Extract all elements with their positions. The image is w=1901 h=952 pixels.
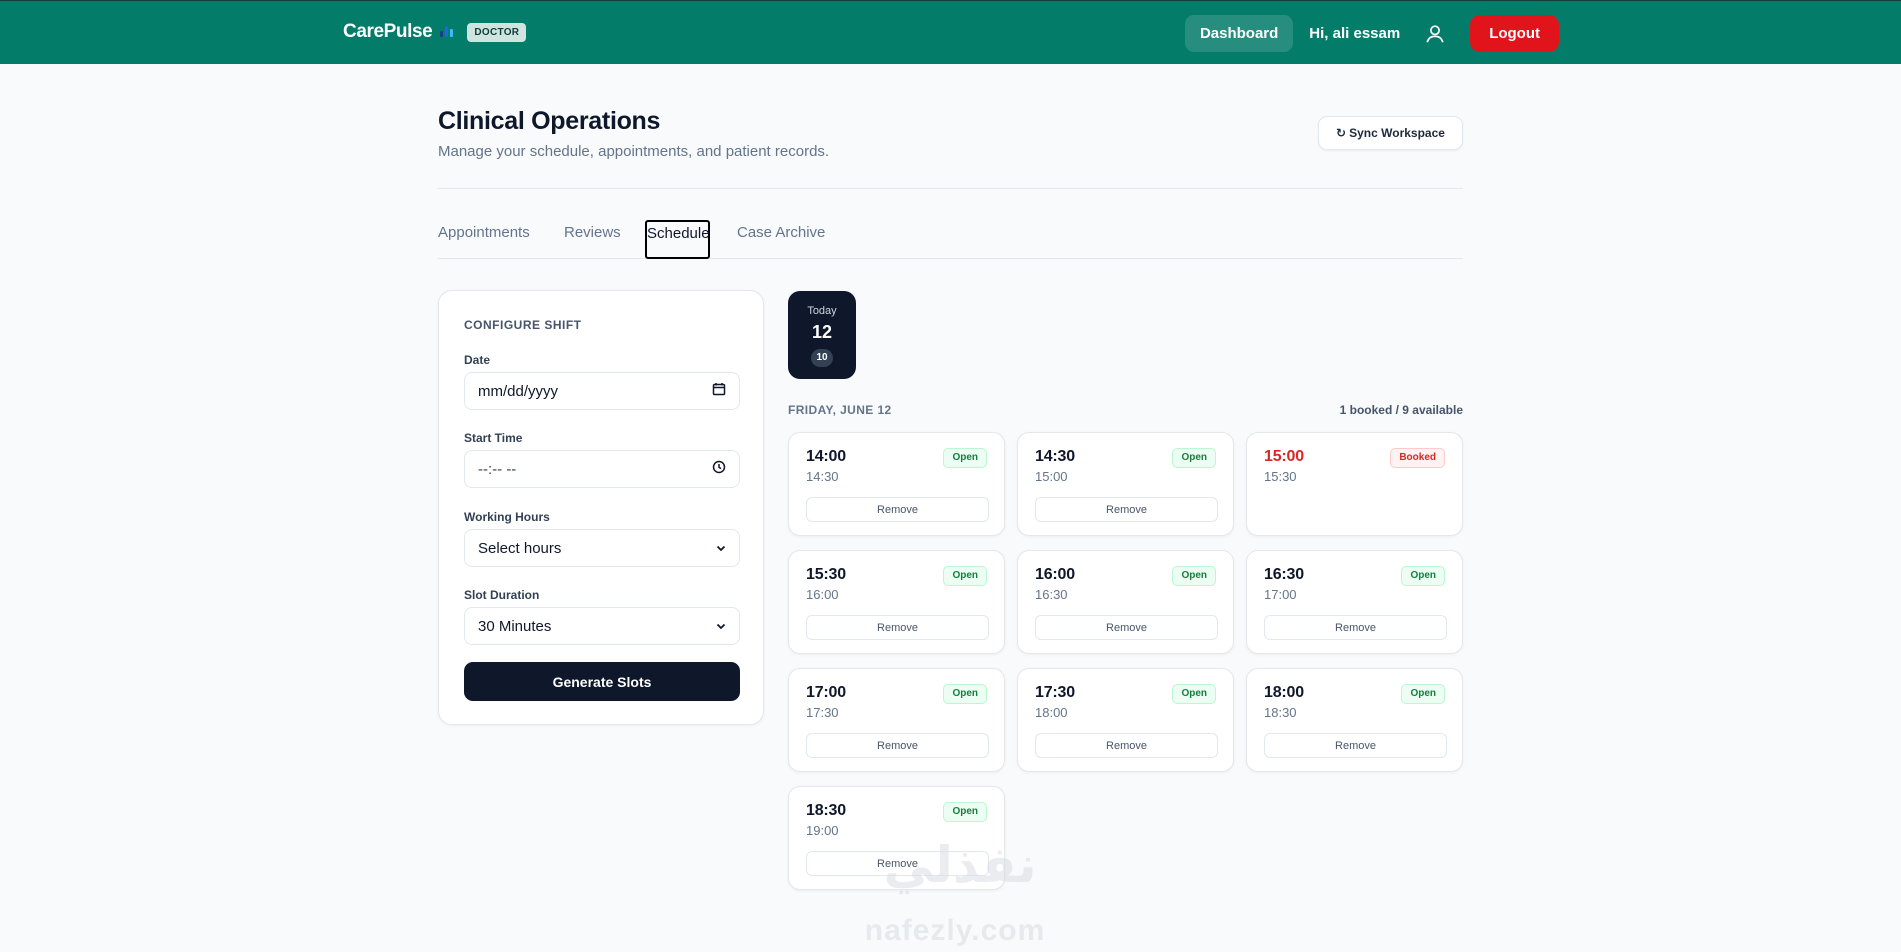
slot-end-time: 18:00 [1035, 705, 1068, 720]
remove-slot-button[interactable]: Remove [806, 497, 989, 522]
tab-case-archive[interactable]: Case Archive [737, 224, 825, 241]
slot-status-badge: Open [943, 802, 987, 822]
day-slot-count: 10 [811, 349, 833, 367]
nav-actions: Dashboard Hi, ali essam Logout [1184, 15, 1559, 52]
pulse-icon [437, 22, 457, 42]
working-hours-label: Working Hours [464, 510, 550, 524]
top-navbar: CarePulse DOCTOR Dashboard Hi, ali essam… [0, 0, 1901, 64]
slot-status-badge: Open [1172, 448, 1216, 468]
tab-bar: Appointments Reviews Schedule Case Archi… [438, 220, 1463, 259]
slot-end-time: 14:30 [806, 469, 839, 484]
user-icon[interactable] [1424, 23, 1446, 45]
slot-end-time: 15:00 [1035, 469, 1068, 484]
slot-end-time: 17:30 [806, 705, 839, 720]
chevron-down-icon [716, 618, 726, 635]
time-slot-card: 18:30 19:00 Open Remove [788, 786, 1005, 890]
schedule-summary: 1 booked / 9 available [1339, 403, 1463, 417]
time-slot-card: 15:00 15:30 Booked [1246, 432, 1463, 536]
time-slot-card: 14:30 15:00 Open Remove [1017, 432, 1234, 536]
brand[interactable]: CarePulse DOCTOR [343, 21, 527, 43]
slot-end-time: 16:00 [806, 587, 839, 602]
time-slot-card: 17:30 18:00 Open Remove [1017, 668, 1234, 772]
slot-status-badge: Open [1401, 566, 1445, 586]
day-number: 12 [811, 322, 833, 342]
time-slot-card: 16:30 17:00 Open Remove [1246, 550, 1463, 654]
slot-status-badge: Open [943, 448, 987, 468]
working-hours-value: Select hours [478, 539, 562, 557]
slot-start-time: 14:00 [806, 448, 846, 465]
time-slot-card: 17:00 17:30 Open Remove [788, 668, 1005, 772]
slot-status-badge: Open [943, 566, 987, 586]
remove-slot-button[interactable]: Remove [1035, 615, 1218, 640]
sync-workspace-label: Sync Workspace [1349, 126, 1445, 140]
calendar-icon[interactable] [712, 382, 726, 400]
user-greeting: Hi, ali essam [1309, 25, 1401, 42]
tab-reviews[interactable]: Reviews [564, 224, 621, 241]
slot-start-time: 15:00 [1264, 448, 1304, 465]
slot-start-time: 18:30 [806, 802, 846, 819]
clock-icon[interactable] [712, 460, 726, 478]
slot-start-time: 14:30 [1035, 448, 1075, 465]
watermark-url: nafezly.com [864, 914, 1046, 947]
logout-button[interactable]: Logout [1470, 15, 1559, 52]
slot-end-time: 15:30 [1264, 469, 1297, 484]
slot-end-time: 17:00 [1264, 587, 1297, 602]
slot-status-badge: Open [1401, 684, 1445, 704]
start-time-input[interactable]: --:-- -- [464, 450, 740, 488]
time-slot-card: 14:00 14:30 Open Remove [788, 432, 1005, 536]
remove-slot-button[interactable]: Remove [806, 851, 989, 876]
slot-status-badge: Booked [1390, 448, 1445, 468]
date-input-value: mm/dd/yyyy [478, 382, 559, 400]
chevron-down-icon [716, 540, 726, 557]
slot-start-time: 16:00 [1035, 566, 1075, 583]
slot-end-time: 18:30 [1264, 705, 1297, 720]
time-slot-card: 18:00 18:30 Open Remove [1246, 668, 1463, 772]
slot-status-badge: Open [943, 684, 987, 704]
time-slot-card: 15:30 16:00 Open Remove [788, 550, 1005, 654]
remove-slot-button[interactable]: Remove [806, 615, 989, 640]
sync-workspace-button[interactable]: ↻ Sync Workspace [1318, 116, 1463, 150]
remove-slot-button[interactable]: Remove [1264, 615, 1447, 640]
slot-duration-label: Slot Duration [464, 588, 540, 602]
remove-slot-button[interactable]: Remove [806, 733, 989, 758]
slot-start-time: 18:00 [1264, 684, 1304, 701]
page-title: Clinical Operations [438, 107, 661, 135]
date-label: Date [464, 353, 491, 367]
divider [438, 188, 1463, 189]
role-badge: DOCTOR [467, 22, 527, 42]
slot-start-time: 17:30 [1035, 684, 1075, 701]
slot-start-time: 17:00 [806, 684, 846, 701]
tab-appointments[interactable]: Appointments [438, 224, 530, 241]
schedule-date-heading: FRIDAY, JUNE 12 [788, 403, 892, 417]
tab-schedule[interactable]: Schedule [645, 220, 710, 259]
date-input[interactable]: mm/dd/yyyy [464, 372, 740, 410]
day-selector-today[interactable]: Today 12 10 [788, 291, 856, 379]
slot-status-badge: Open [1172, 684, 1216, 704]
start-time-value: --:-- -- [478, 460, 517, 478]
brand-name: CarePulse [343, 21, 433, 42]
slot-duration-select[interactable]: 30 Minutes [464, 607, 740, 645]
page-subtitle: Manage your schedule, appointments, and … [438, 143, 830, 160]
configure-shift-card: CONFIGURE SHIFT Date mm/dd/yyyy Start Ti… [438, 290, 764, 725]
working-hours-select[interactable]: Select hours [464, 529, 740, 567]
start-time-label: Start Time [464, 431, 523, 445]
dashboard-link[interactable]: Dashboard [1184, 15, 1294, 52]
time-slot-card: 16:00 16:30 Open Remove [1017, 550, 1234, 654]
remove-slot-button[interactable]: Remove [1035, 497, 1218, 522]
refresh-icon: ↻ [1336, 126, 1347, 140]
slot-end-time: 16:30 [1035, 587, 1068, 602]
slot-end-time: 19:00 [806, 823, 839, 838]
remove-slot-button[interactable]: Remove [1264, 733, 1447, 758]
slot-start-time: 15:30 [806, 566, 846, 583]
generate-slots-button[interactable]: Generate Slots [464, 662, 740, 701]
configure-shift-title: CONFIGURE SHIFT [464, 318, 582, 332]
slot-start-time: 16:30 [1264, 566, 1304, 583]
slot-status-badge: Open [1172, 566, 1216, 586]
slot-duration-value: 30 Minutes [478, 617, 552, 635]
remove-slot-button[interactable]: Remove [1035, 733, 1218, 758]
day-label: Today [807, 305, 837, 317]
